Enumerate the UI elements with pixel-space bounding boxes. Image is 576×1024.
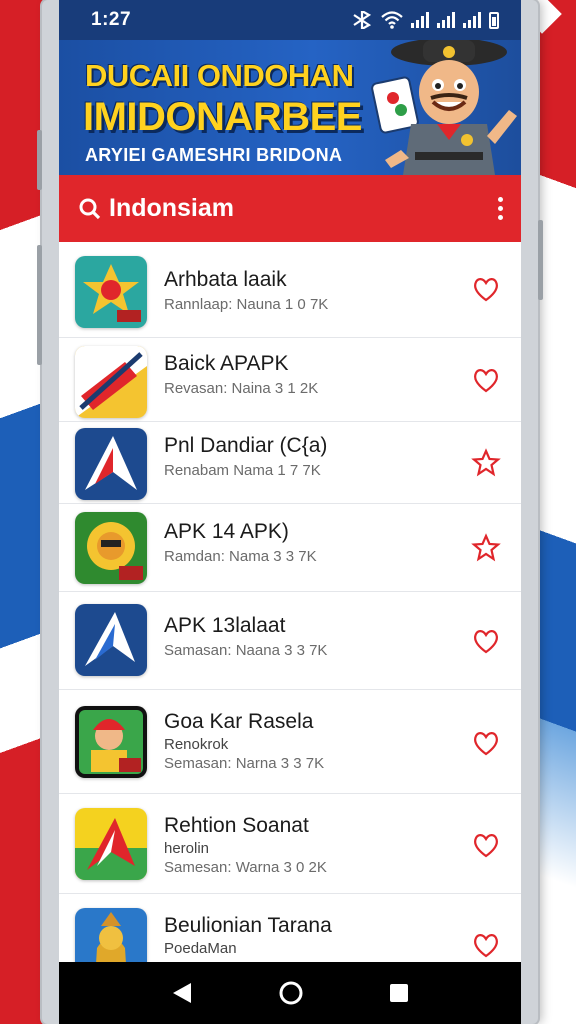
heart-outline-icon[interactable]	[471, 930, 501, 960]
app-name: APK 14 APK)	[164, 520, 289, 543]
mascot-illustration	[371, 40, 517, 175]
app-name: Arhbata laaik	[164, 268, 287, 291]
app-text: Beulionian Tarana PoedaMan	[164, 914, 332, 957]
app-icon	[75, 706, 147, 778]
app-meta: Ramdan: Nama 3 3 7K	[164, 548, 317, 565]
more-options-icon[interactable]	[498, 197, 503, 220]
app-name: Pnl Dandiar (C{a)	[164, 434, 328, 457]
app-developer: herolin	[164, 840, 210, 857]
list-item[interactable]: Baick APAPK Revasan: Naina 3 1 2K	[59, 338, 521, 422]
star-outline-icon[interactable]	[471, 533, 501, 563]
list-item[interactable]: Arhbata laaik Rannlaap: Nauna 1 0 7K	[59, 242, 521, 338]
list-item[interactable]: Goa Kar Rasela Renokrok Semasan: Narna 3…	[59, 690, 521, 794]
app-icon	[75, 428, 147, 500]
banner-title-line2: IMIDONARBEE	[83, 95, 362, 139]
power-button	[538, 220, 543, 300]
app-text: APK 14 APK) Ramdan: Nama 3 3 7K	[164, 520, 317, 565]
app-name: Goa Kar Rasela	[164, 710, 314, 733]
heart-outline-icon[interactable]	[471, 830, 501, 860]
search-bar[interactable]: Indonsiam	[59, 175, 521, 242]
wifi-icon	[381, 11, 403, 29]
app-name: Rehtion Soanat	[164, 814, 309, 837]
home-circle-icon[interactable]	[278, 980, 304, 1006]
status-bar: 1:27	[59, 0, 521, 40]
side-button	[37, 245, 42, 365]
battery-icon	[489, 11, 499, 29]
star-outline-icon[interactable]	[471, 448, 501, 478]
app-meta: Samasan: Naana 3 3 7K	[164, 642, 328, 659]
app-meta: Revasan: Naina 3 1 2K	[164, 380, 319, 397]
search-icon	[79, 198, 101, 219]
app-developer: Renokrok	[164, 736, 229, 753]
search-field[interactable]: Indonsiam	[79, 194, 234, 223]
app-meta: Renabam Nama 1 7 7K	[164, 462, 321, 479]
app-icon	[75, 512, 147, 584]
status-icons	[351, 11, 499, 29]
app-text: Arhbata laaik Rannlaap: Nauna 1 0 7K	[164, 268, 328, 313]
list-item[interactable]: APK 13lalaat Samasan: Naana 3 3 7K	[59, 592, 521, 690]
app-developer: PoedaMan	[164, 940, 237, 957]
system-nav-bar	[59, 962, 521, 1024]
search-text: Indonsiam	[109, 194, 235, 222]
app-text: Rehtion Soanat herolin Samesan: Warna 3 …	[164, 814, 327, 876]
app-name: APK 13lalaat	[164, 614, 286, 637]
app-meta: Samesan: Warna 3 0 2K	[164, 859, 327, 876]
app-text: APK 13lalaat Samasan: Naana 3 3 7K	[164, 614, 327, 659]
back-triangle-icon[interactable]	[171, 981, 193, 1005]
heart-outline-icon[interactable]	[471, 274, 501, 304]
app-meta: Rannlaap: Nauna 1 0 7K	[164, 296, 329, 313]
app-icon	[75, 256, 147, 328]
list-item[interactable]: Pnl Dandiar (C{a) Renabam Nama 1 7 7K	[59, 422, 521, 504]
app-name: Beulionian Tarana	[164, 914, 332, 937]
heart-outline-icon[interactable]	[471, 365, 501, 395]
list-item[interactable]: Rehtion Soanat herolin Samesan: Warna 3 …	[59, 794, 521, 894]
signal-icon	[437, 12, 455, 28]
status-time: 1:27	[91, 9, 132, 30]
signal-icon	[463, 12, 481, 28]
signal-icon	[411, 12, 429, 28]
promo-banner[interactable]: DUCAII ONDOHAN IMIDONARBEE ARYIEI GAMESH…	[59, 40, 521, 175]
heart-outline-icon[interactable]	[471, 728, 501, 758]
app-screen: 1:27 DUCAII ONDOHAN IMIDONARBEE ARYIEI G…	[59, 0, 521, 1024]
app-icon	[75, 346, 147, 418]
list-item[interactable]: APK 14 APK) Ramdan: Nama 3 3 7K	[59, 504, 521, 592]
banner-subtitle: ARYIEI GAMESHRI BRIDONA	[85, 145, 343, 165]
app-text: Goa Kar Rasela Renokrok Semasan: Narna 3…	[164, 710, 324, 772]
app-text: Baick APAPK Revasan: Naina 3 1 2K	[164, 352, 318, 397]
app-icon	[75, 808, 147, 880]
app-icon	[75, 604, 147, 676]
phone-frame: 1:27 DUCAII ONDOHAN IMIDONARBEE ARYIEI G…	[37, 0, 543, 1024]
heart-outline-icon[interactable]	[471, 626, 501, 656]
bluetooth-icon	[353, 11, 372, 29]
recents-square-icon[interactable]	[389, 983, 409, 1003]
banner-title-line1: DUCAII ONDOHAN	[85, 58, 354, 93]
app-name: Baick APAPK	[164, 352, 289, 375]
app-meta: Semasan: Narna 3 3 7K	[164, 755, 325, 772]
app-text: Pnl Dandiar (C{a) Renabam Nama 1 7 7K	[164, 434, 327, 479]
volume-button	[37, 130, 42, 190]
